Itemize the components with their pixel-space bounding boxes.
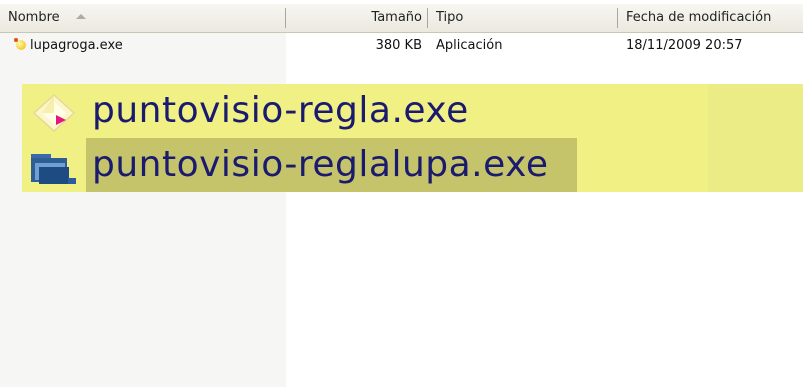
column-header-size[interactable]: Tamaño xyxy=(286,4,428,32)
column-header-size-label: Tamaño xyxy=(371,10,422,25)
file-row[interactable]: lupagroga.exe 380 KB Aplicación 18/11/20… xyxy=(0,33,803,59)
row-shade xyxy=(708,84,803,138)
file-type: Aplicación xyxy=(436,38,503,53)
zoomed-file-row[interactable]: puntovisio-regla.exe xyxy=(22,84,803,138)
column-header-type[interactable]: Tipo xyxy=(428,4,618,32)
column-header-bar: Nombre Tamaño Tipo Fecha de modificación xyxy=(0,4,803,33)
zoomed-file-name: puntovisio-regla.exe xyxy=(92,90,469,131)
file-date: 18/11/2009 20:57 xyxy=(626,38,743,53)
zoomed-file-row-selected[interactable]: puntovisio-reglalupa.exe xyxy=(22,138,803,192)
zoomed-file-name: puntovisio-reglalupa.exe xyxy=(92,144,549,185)
file-size: 380 KB xyxy=(375,38,422,53)
column-header-name[interactable]: Nombre xyxy=(0,4,286,32)
diamond-app-icon xyxy=(32,93,76,133)
file-explorer: Nombre Tamaño Tipo Fecha de modificación… xyxy=(0,0,803,387)
column-header-date-label: Fecha de modificación xyxy=(626,10,772,25)
column-header-type-label: Tipo xyxy=(436,10,464,25)
column-header-name-label: Nombre xyxy=(8,10,60,25)
selected-name-highlight: puntovisio-reglalupa.exe xyxy=(86,138,577,192)
column-header-date[interactable]: Fecha de modificación xyxy=(618,4,803,32)
zoomed-file-list: puntovisio-regla.exe puntovisio-reglalup… xyxy=(22,84,803,192)
row-shade xyxy=(708,138,803,192)
lupa-app-icon xyxy=(14,38,26,50)
folder-app-icon xyxy=(31,154,76,184)
sort-ascending-icon xyxy=(75,14,86,19)
file-name: lupagroga.exe xyxy=(30,38,123,53)
file-name-cell: lupagroga.exe xyxy=(14,33,123,59)
